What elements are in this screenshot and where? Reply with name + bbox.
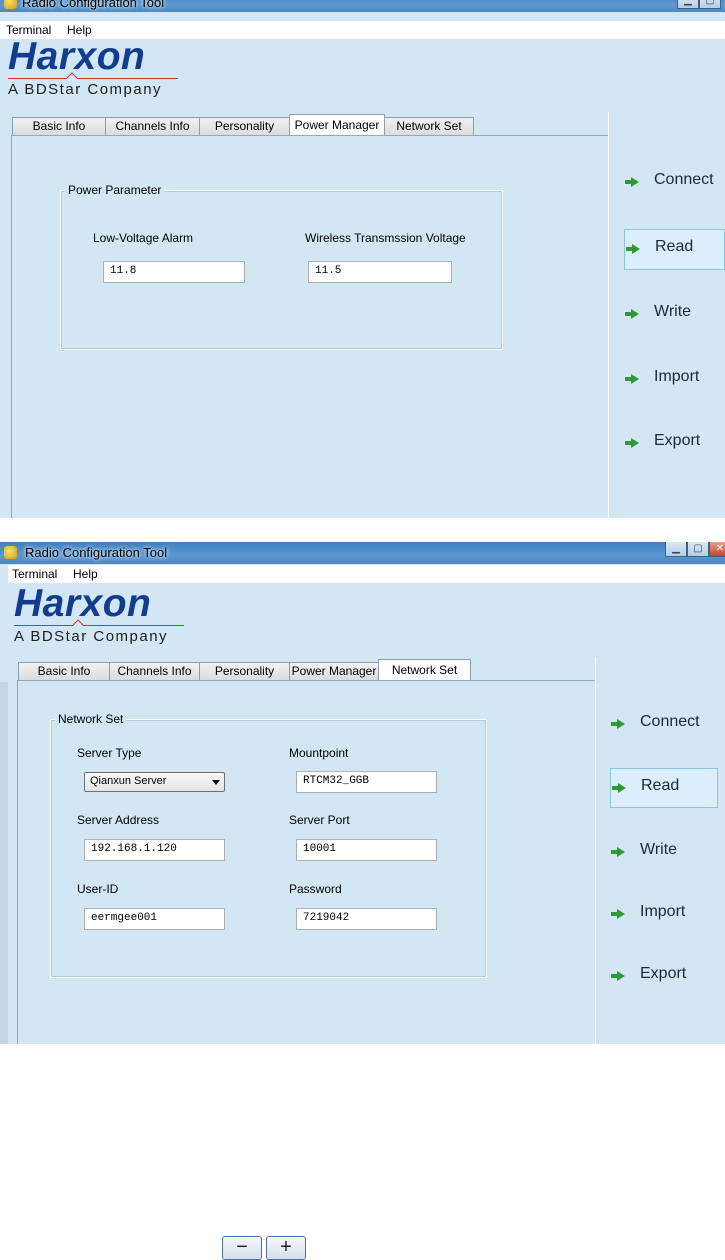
export-label: Export (654, 432, 701, 449)
server-address-field[interactable]: 192.168.1.120 (84, 839, 225, 861)
export-label: Export (640, 965, 687, 982)
password-field[interactable]: 7219042 (296, 908, 437, 930)
tab-channels-info[interactable]: Channels Info (109, 662, 200, 680)
read-button[interactable]: Read (624, 229, 725, 270)
tab-panel: Network Set Server Type Qianxun Server M… (17, 680, 596, 1044)
tab-basic-info[interactable]: Basic Info (18, 662, 110, 680)
write-label: Write (640, 841, 678, 858)
logo-text: Harxon (8, 35, 146, 78)
read-label: Read (641, 777, 680, 794)
logo-divider (14, 625, 184, 626)
import-label: Import (640, 903, 686, 920)
arrow-right-icon (625, 177, 639, 187)
arrow-right-icon (626, 244, 640, 254)
zoom-out-button[interactable]: − (222, 1236, 262, 1260)
close-icon[interactable]: ✕ (709, 542, 725, 557)
window-controls: ▁ ▢ (677, 0, 721, 10)
server-type-select[interactable]: Qianxun Server (84, 772, 225, 792)
tab-channels-info[interactable]: Channels Info (105, 117, 200, 135)
import-label: Import (654, 368, 700, 385)
group-title: Power Parameter (65, 183, 165, 197)
write-button[interactable]: Write (610, 833, 718, 871)
server-port-label: Server Port (289, 813, 350, 827)
arrow-right-icon (611, 971, 625, 981)
tab-power-manager[interactable]: Power Manager (289, 114, 385, 135)
mountpoint-label: Mountpoint (289, 746, 349, 760)
server-type-label: Server Type (77, 746, 142, 760)
sidebar-divider (608, 112, 609, 518)
arrow-right-icon (611, 847, 625, 857)
maximize-icon[interactable]: ▢ (687, 542, 709, 557)
write-button[interactable]: Write (624, 295, 725, 333)
window-controls: ▁ ▢ ✕ (665, 542, 725, 558)
network-set-group: Network Set Server Type Qianxun Server M… (50, 712, 487, 978)
power-parameter-group: Power Parameter Low-Voltage Alarm 11.8 W… (60, 183, 503, 350)
low-voltage-field[interactable]: 11.8 (103, 261, 245, 283)
app-icon (4, 0, 17, 9)
minimize-icon[interactable]: ▁ (677, 0, 699, 9)
window-title: Radio Configuration Tool (22, 0, 165, 10)
tab-strip: Basic Info Channels Info Personality Pow… (18, 659, 471, 680)
arrow-right-icon (625, 374, 639, 384)
tagline: A BDStar Company (8, 81, 163, 98)
logo-text: Harxon (14, 582, 152, 625)
left-edge (0, 682, 8, 1044)
app-icon (4, 546, 17, 559)
user-id-field[interactable]: eermgee001 (84, 908, 225, 930)
menu-terminal[interactable]: Terminal (12, 567, 57, 581)
chevron-down-icon (212, 780, 220, 785)
tab-personality[interactable]: Personality (199, 117, 290, 135)
tab-network-set[interactable]: Network Set (384, 117, 474, 135)
server-port-field[interactable]: 10001 (296, 839, 437, 861)
connect-label: Connect (654, 171, 714, 188)
group-title: Network Set (55, 712, 127, 726)
zoom-in-button[interactable]: + (266, 1236, 306, 1260)
minimize-icon[interactable]: ▁ (665, 542, 687, 557)
title-bar: Radio Configuration Tool ▁ ▢ ✕ (0, 542, 725, 564)
tab-basic-info[interactable]: Basic Info (12, 117, 106, 135)
export-button[interactable]: Export (610, 957, 718, 995)
import-button[interactable]: Import (610, 895, 718, 933)
read-label: Read (655, 238, 694, 255)
arrow-right-icon (612, 783, 626, 793)
window-title: Radio Configuration Tool (25, 545, 168, 560)
connect-button[interactable]: Connect (624, 163, 725, 201)
write-label: Write (654, 303, 692, 320)
brand-logo: Harxon A BDStar Company (14, 584, 194, 645)
zoom-controls: − + (222, 1236, 306, 1260)
connect-button[interactable]: Connect (610, 705, 718, 743)
arrow-right-icon (625, 309, 639, 319)
tab-strip: Basic Info Channels Info Personality Pow… (12, 114, 474, 135)
read-button[interactable]: Read (610, 768, 718, 808)
user-id-label: User-ID (77, 882, 119, 896)
tx-voltage-label: Wireless Transmssion Voltage (305, 231, 466, 245)
connect-label: Connect (640, 713, 700, 730)
tab-personality[interactable]: Personality (199, 662, 290, 680)
menu-help[interactable]: Help (73, 567, 98, 581)
arrow-right-icon (611, 719, 625, 729)
low-voltage-label: Low-Voltage Alarm (93, 231, 194, 245)
server-type-value: Qianxun Server (90, 775, 167, 787)
tagline: A BDStar Company (14, 628, 169, 645)
arrow-right-icon (625, 438, 639, 448)
brand-logo: Harxon A BDStar Company (8, 37, 188, 98)
maximize-icon[interactable]: ▢ (699, 0, 721, 9)
server-address-label: Server Address (77, 813, 160, 827)
import-button[interactable]: Import (624, 360, 725, 398)
mountpoint-field[interactable]: RTCM32_GGB (296, 771, 437, 793)
menu-bar: Terminal Help (8, 565, 725, 583)
arrow-right-icon (611, 909, 625, 919)
tx-voltage-field[interactable]: 11.5 (308, 261, 452, 283)
screenshot-power-manager: Radio Configuration Tool ▁ ▢ Terminal He… (0, 0, 725, 518)
tab-panel: Power Parameter Low-Voltage Alarm 11.8 W… (11, 135, 609, 518)
logo-divider (8, 78, 178, 79)
export-button[interactable]: Export (624, 424, 725, 462)
sidebar-divider (595, 657, 596, 1044)
screenshot-network-set: Radio Configuration Tool ▁ ▢ ✕ Terminal … (0, 542, 725, 1044)
password-label: Password (289, 882, 342, 896)
tab-power-manager[interactable]: Power Manager (289, 662, 379, 680)
title-bar: Radio Configuration Tool ▁ ▢ (0, 0, 725, 12)
tab-network-set[interactable]: Network Set (378, 659, 471, 680)
